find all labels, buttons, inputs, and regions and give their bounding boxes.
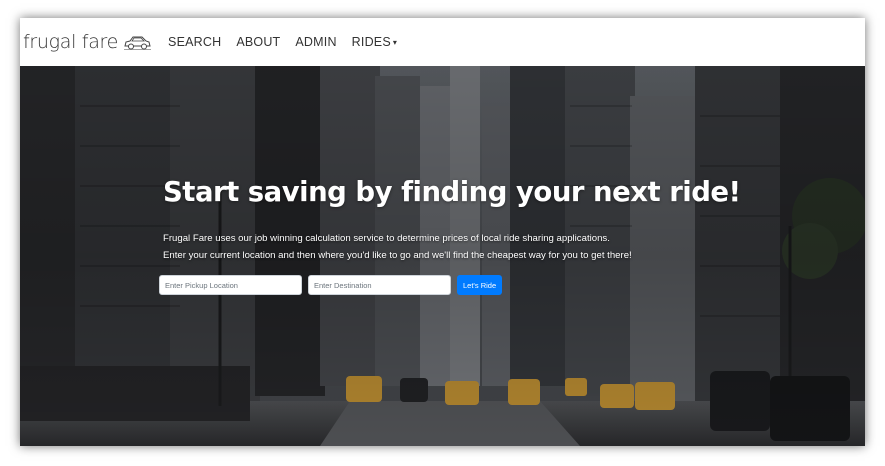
lets-ride-button[interactable]: Let's Ride	[457, 275, 503, 295]
ride-search-form: Let's Ride	[159, 275, 763, 295]
hero-description-line-2: Enter your current location and then whe…	[163, 250, 632, 261]
nav-links: SEARCH ABOUT ADMIN RIDES ▾	[168, 35, 412, 49]
hero-title: Start saving by finding your next ride!	[163, 176, 741, 208]
navbar: frugal fare SEARCH ABOUT ADMIN RIDES ▾	[20, 18, 865, 66]
destination-input[interactable]	[308, 275, 451, 295]
caret-down-icon: ▾	[392, 38, 398, 47]
hero-section: Start saving by finding your next ride! …	[20, 66, 865, 446]
brand[interactable]: frugal fare	[23, 31, 152, 53]
nav-dropdown-rides[interactable]: RIDES ▾	[352, 35, 397, 49]
nav-link-search[interactable]: SEARCH	[168, 35, 221, 49]
hero-content: Start saving by finding your next ride! …	[159, 176, 763, 295]
hero-description-line-1: Frugal Fare uses our job winning calcula…	[163, 233, 610, 244]
brand-name: frugal fare	[23, 31, 119, 53]
nav-link-admin[interactable]: ADMIN	[295, 35, 336, 49]
pickup-location-input[interactable]	[159, 275, 302, 295]
nav-link-about[interactable]: ABOUT	[236, 35, 280, 49]
browser-frame: frugal fare SEARCH ABOUT ADMIN RIDES ▾ S…	[20, 18, 865, 446]
car-icon	[124, 36, 152, 50]
rides-label: RIDES	[351, 35, 391, 49]
